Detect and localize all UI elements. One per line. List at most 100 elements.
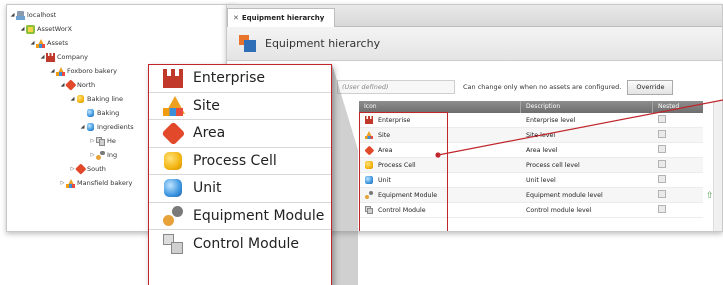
legend-label: Unit [193,180,222,197]
tree-item-north[interactable]: ◢ North [59,79,96,91]
tree-item-label: Mansfield bakery [77,179,133,187]
tree-item-label: Baking line [87,95,124,103]
nested-checkbox[interactable] [658,145,666,153]
table-row[interactable]: Enterprise Enterprise level [359,113,703,128]
level-description[interactable]: Area level [521,147,653,154]
nested-checkbox[interactable] [658,160,666,168]
tree-item-foxboro-bakery[interactable]: ◢ Foxboro bakery [49,65,117,77]
expand-arrow-icon[interactable]: ▷ [89,152,96,158]
tree-item-assets[interactable]: ◢ Assets [29,37,68,49]
tree-item-company[interactable]: ◢ Company [39,51,88,63]
table-row[interactable]: Equipment Module Equipment module level [359,188,703,203]
icon-legend-zoom: Enterprise Site Area Process Cell Unit E… [148,64,332,285]
level-description[interactable]: Control module level [521,207,653,214]
tree-item-assetworx[interactable]: ◢ AssetWorX [19,23,72,35]
table-row[interactable]: Unit Unit level [359,173,703,188]
nested-checkbox[interactable] [658,130,666,138]
hierarchy-template-field[interactable]: (User defined) [337,80,455,94]
nested-checkbox[interactable] [658,115,666,123]
collapse-arrow-icon[interactable]: ◢ [69,96,76,102]
tree-item-label: Foxboro bakery [67,67,117,75]
equipment-module-icon [365,191,373,199]
hierarchy-options-row: (User defined) Can change only when no a… [337,79,674,95]
nested-checkbox[interactable] [658,205,666,213]
tab-label: Equipment hierarchy [241,14,325,22]
control-module-icon [163,233,183,254]
level-description[interactable]: Unit level [521,177,653,184]
nested-checkbox[interactable] [658,175,666,183]
tree-item-south[interactable]: ▷ South [69,163,106,175]
area-icon [163,123,183,143]
tree-item-baking-line[interactable]: ◢ Baking line [69,93,124,105]
legend-item-process-cell: Process Cell [149,148,331,175]
collapse-arrow-icon[interactable]: ◢ [39,54,46,60]
level-description[interactable]: Process cell level [521,162,653,169]
expand-arrow-icon[interactable]: ▷ [89,138,96,144]
site-icon [365,131,373,139]
tree-item-label: South [87,165,106,173]
tree-item-label: North [77,81,96,89]
column-header-icon[interactable]: Icon [359,101,521,113]
tree-item-label: Ingredients [97,123,134,131]
collapse-arrow-icon[interactable]: ◢ [19,26,26,32]
control-module-icon [96,136,105,146]
tree-item-ing[interactable]: ▷ Ing [89,149,117,161]
override-button[interactable]: Override [627,79,674,95]
collapse-arrow-icon[interactable]: ◢ [29,40,36,46]
site-icon [163,95,185,116]
legend-item-equipment-module: Equipment Module [149,203,331,230]
collapse-arrow-icon[interactable]: ◢ [49,68,56,74]
tree-item-label: AssetWorX [37,25,72,33]
unit-icon [86,123,95,132]
override-note: Can change only when no assets are confi… [463,83,622,91]
tree-item-label: localhost [27,11,57,19]
tree-item-he[interactable]: ▷ He [89,135,116,147]
level-name: Process Cell [378,161,416,169]
level-name: Area [378,146,393,154]
level-description[interactable]: Enterprise level [521,117,653,124]
level-name: Equipment Module [378,191,438,199]
equipment-module-icon [163,205,183,226]
tree-item-mansfield-bakery[interactable]: ▷ Mansfield bakery [59,177,132,189]
vertical-scrollbar[interactable] [713,101,722,231]
nested-checkbox[interactable] [658,190,666,198]
page-title: Equipment hierarchy [265,37,381,50]
tree-item-label: Company [57,53,88,61]
tree-item-baking[interactable]: Baking [79,107,119,119]
legend-label: Equipment Module [193,207,325,224]
table-row[interactable]: Site Site level [359,128,703,143]
legend-item-area: Area [149,120,331,148]
site-icon [66,178,75,188]
close-icon[interactable]: ✕ [233,14,239,22]
tree-item-label: Assets [47,39,69,47]
enterprise-icon [46,52,55,62]
tree-item-label: Ing [107,151,118,159]
process-cell-icon [76,95,85,104]
process-cell-icon [163,151,183,171]
legend-item-unit: Unit [149,175,331,203]
table-row[interactable]: Area Area level [359,143,703,158]
level-name: Control Module [378,206,426,214]
expand-arrow-icon[interactable]: ▷ [59,180,66,186]
level-description[interactable]: Equipment module level [521,192,653,199]
legend-item-enterprise: Enterprise [149,65,331,93]
unit-icon [163,178,183,198]
table-row[interactable]: Control Module Control module level [359,203,703,218]
area-icon [66,81,75,90]
tab-equipment-hierarchy[interactable]: ✕ Equipment hierarchy [227,8,335,27]
table-row[interactable]: Process Cell Process cell level [359,158,703,173]
tree-item-localhost[interactable]: ◢ localhost [9,9,56,21]
collapse-arrow-icon[interactable]: ◢ [79,124,86,130]
legend-label: Control Module [193,235,299,252]
collapse-arrow-icon[interactable]: ◢ [9,12,16,18]
tree-item-label: He [107,137,116,145]
column-header-description[interactable]: Description [521,101,653,113]
level-description[interactable]: Site level [521,132,653,139]
column-header-nested[interactable]: Nested [653,101,703,113]
page-header: Equipment hierarchy [227,27,722,61]
site-icon [56,66,65,76]
unit-icon [86,109,95,118]
tree-item-ingredients[interactable]: ◢ Ingredients [79,121,134,133]
hierarchy-icon [239,34,257,53]
legend-item-site: Site [149,93,331,120]
